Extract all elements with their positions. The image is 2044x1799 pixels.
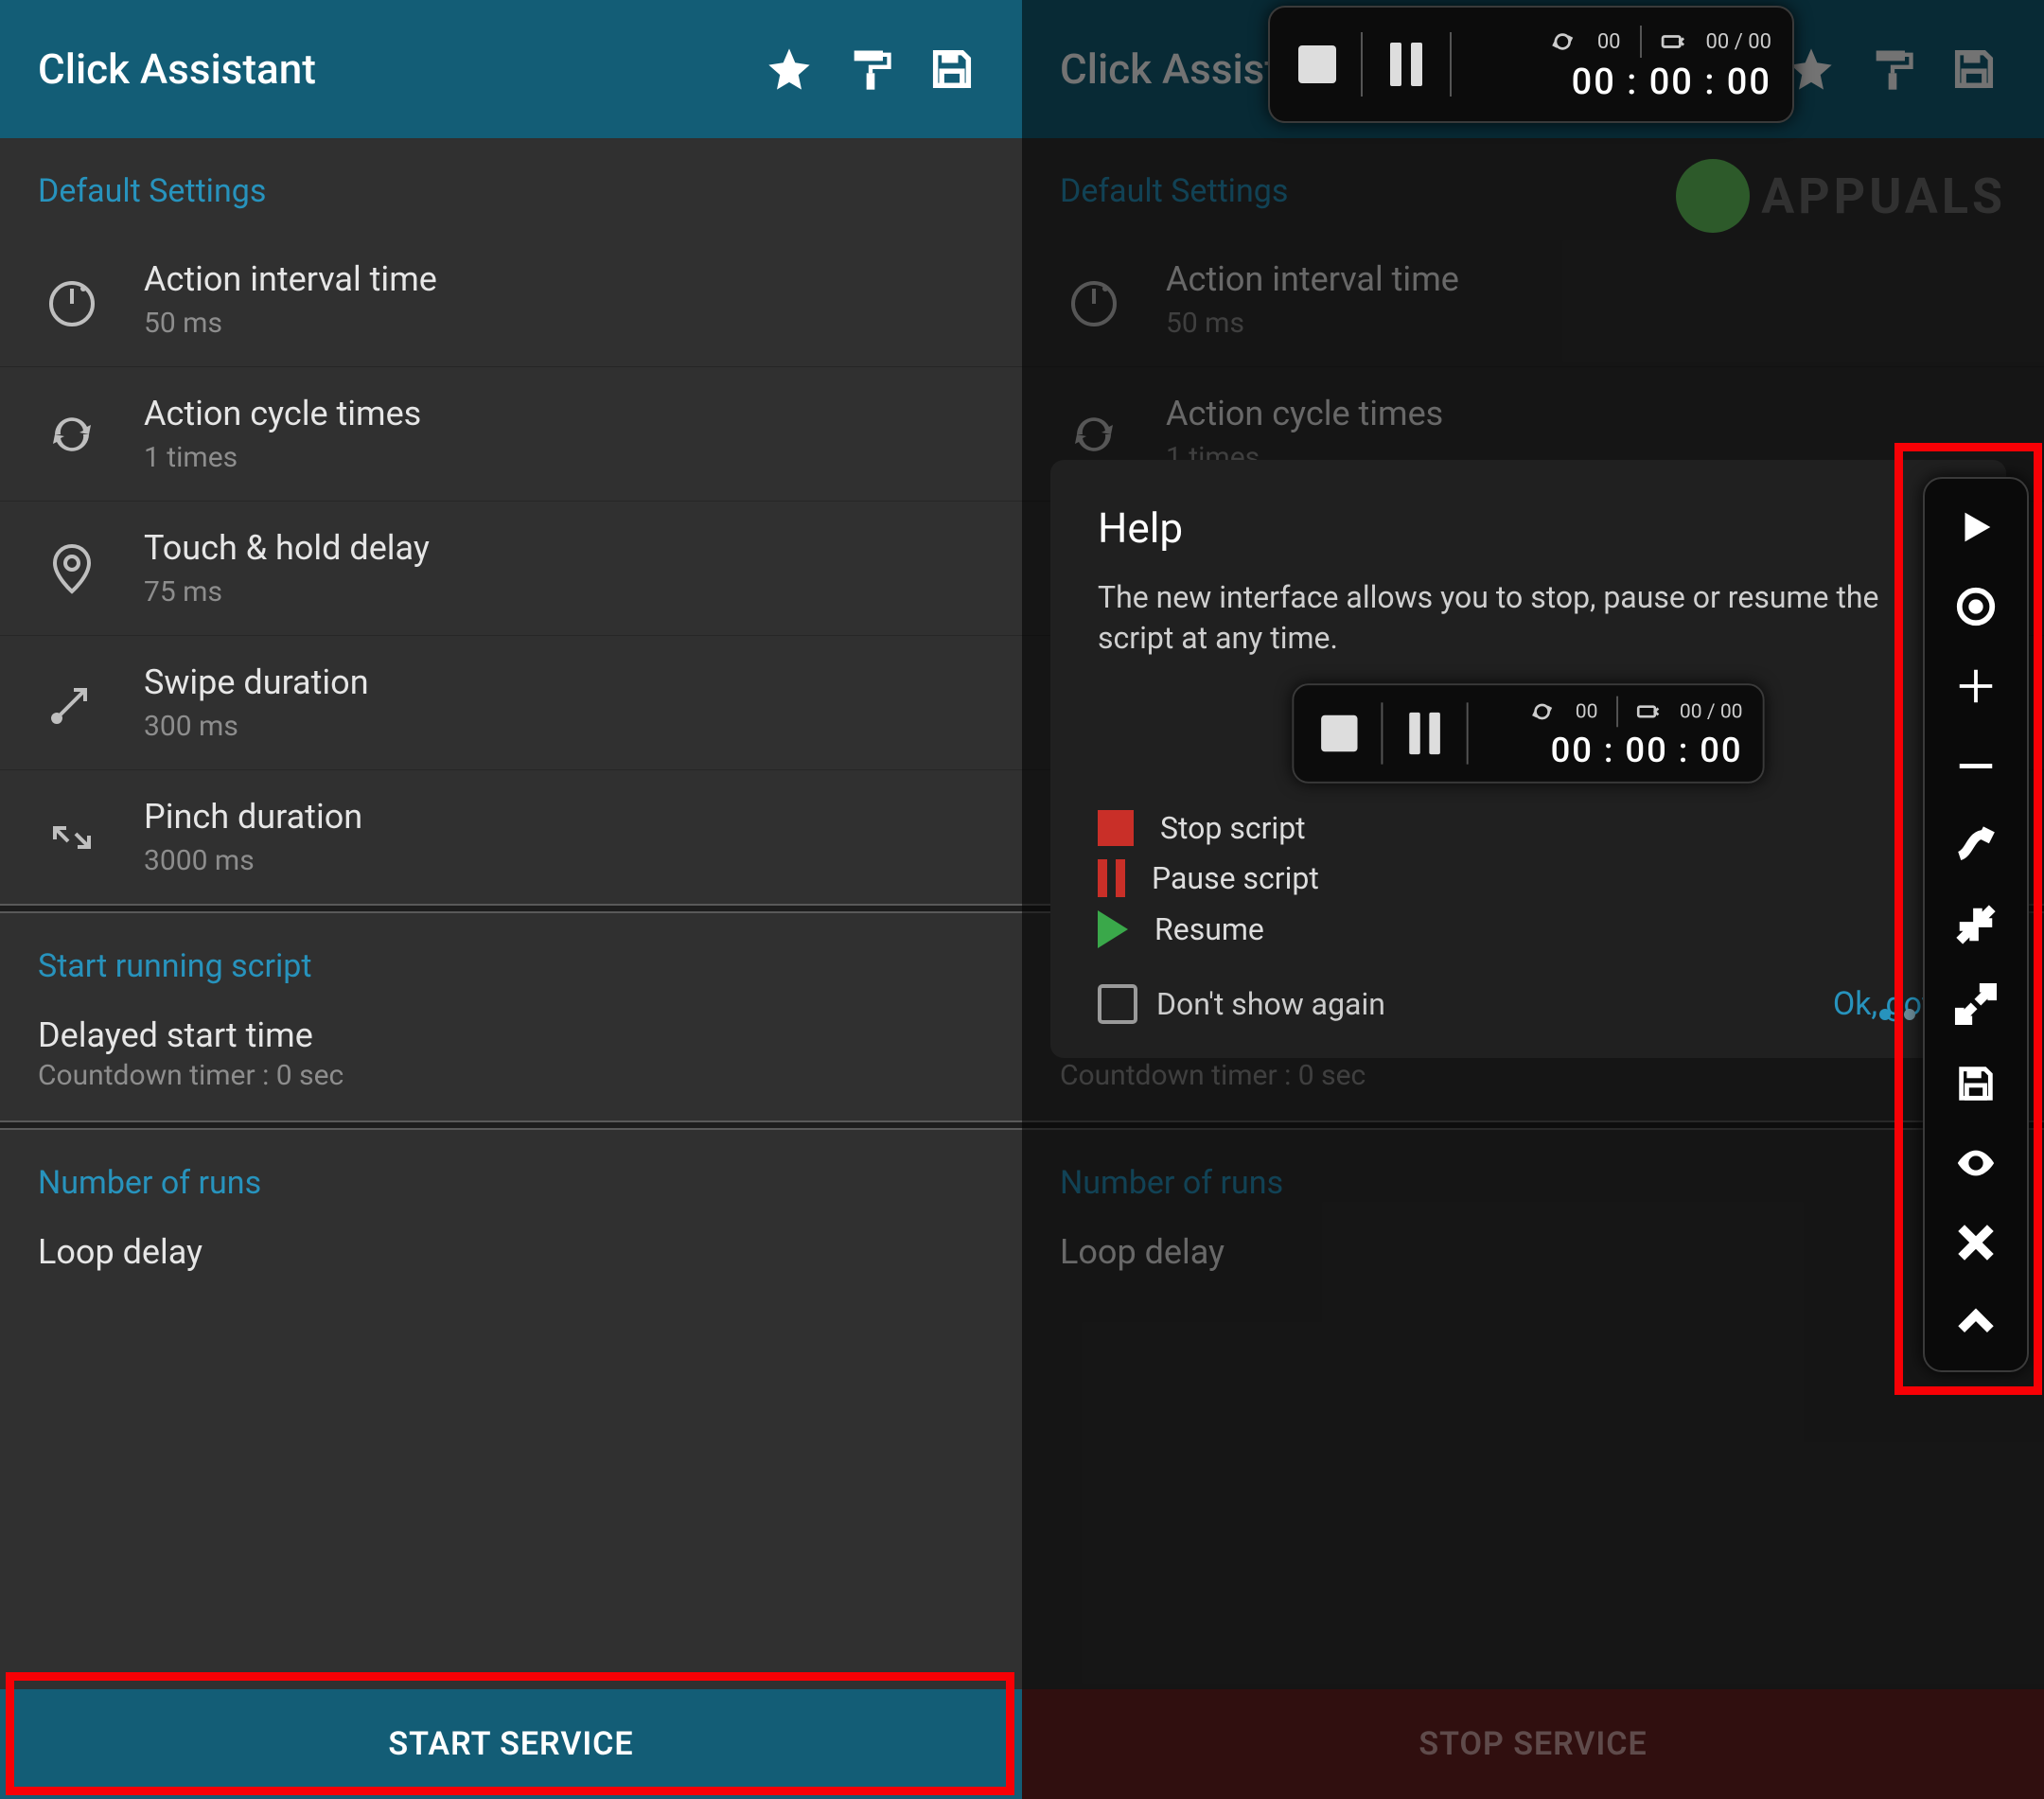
setting-interval[interactable]: Action interval time 50 ms — [1022, 233, 2044, 367]
pause-bars-icon — [1098, 859, 1125, 897]
setting-swipe[interactable]: Swipe duration 300 ms — [0, 636, 1022, 770]
play-triangle-icon — [1098, 910, 1128, 948]
setting-label: Action cycle times — [144, 394, 421, 433]
widget-illustration: 00 00 / 00 00 : 00 : 00 — [1292, 684, 1764, 785]
setting-value: 50 ms — [144, 307, 437, 340]
section-default-settings: Default Settings — [0, 138, 1022, 233]
checkbox-icon — [1098, 984, 1137, 1024]
screen-left: Click Assistant Default Settings Action … — [0, 0, 1022, 1799]
swipe-arrow-icon — [38, 669, 106, 737]
legend-resume: Resume — [1098, 910, 1959, 948]
paint-roller-icon[interactable] — [1860, 37, 1925, 101]
section-number-of-runs: Number of runs — [1022, 1130, 2044, 1225]
expand-icon[interactable] — [1948, 977, 2003, 1032]
pinch-icon — [38, 803, 106, 872]
separator — [1450, 32, 1452, 97]
setting-label: Touch & hold delay — [144, 528, 430, 568]
floating-side-toolbar[interactable] — [1923, 477, 2029, 1372]
delayed-start-sub: Countdown timer : 0 sec — [1022, 1059, 2044, 1120]
loop-icon — [38, 400, 106, 468]
loop-icon — [1060, 400, 1128, 468]
widget-loop-count: 00 — [1597, 30, 1621, 54]
divider — [1022, 1120, 2044, 1130]
setting-value: 75 ms — [144, 575, 430, 608]
setting-value: 1 times — [144, 441, 421, 474]
stopwatch-icon — [1060, 266, 1128, 334]
loop-delay-label[interactable]: Loop delay — [1022, 1225, 2044, 1276]
stop-service-button[interactable]: STOP SERVICE — [1022, 1689, 2044, 1799]
start-service-button[interactable]: START SERVICE — [0, 1689, 1022, 1799]
star-icon[interactable] — [757, 37, 821, 101]
setting-pinch[interactable]: Pinch duration 3000 ms — [0, 770, 1022, 904]
dont-show-again-checkbox[interactable]: Don't show again — [1098, 984, 1385, 1024]
record-icon[interactable] — [1948, 579, 2003, 634]
save-icon[interactable] — [920, 37, 984, 101]
stop-square-icon — [1098, 810, 1134, 846]
setting-interval[interactable]: Action interval time 50 ms — [0, 233, 1022, 367]
stop-service-label: STOP SERVICE — [1418, 1725, 1647, 1763]
separator — [1361, 32, 1363, 97]
play-icon[interactable] — [1948, 500, 2003, 555]
setting-label: Action cycle times — [1166, 394, 1443, 433]
widget-pause-button[interactable] — [1380, 38, 1433, 91]
loop-delay-label[interactable]: Loop delay — [0, 1225, 1022, 1276]
start-service-label: START SERVICE — [388, 1725, 633, 1763]
watermark: APPUALS — [1676, 159, 2006, 233]
section-number-of-runs: Number of runs — [0, 1130, 1022, 1225]
setting-value: 300 ms — [144, 710, 369, 743]
stopwatch-icon — [38, 266, 106, 334]
help-title: Help — [1098, 503, 1959, 553]
plus-icon[interactable] — [1948, 659, 2003, 714]
screen-right: Click Assistant Default Settings Action … — [1022, 0, 2044, 1799]
setting-label: Action interval time — [1166, 259, 1459, 299]
widget-progress: 00 / 00 — [1706, 30, 1771, 54]
loop-small-icon — [1552, 31, 1578, 52]
setting-label: Swipe duration — [144, 662, 369, 702]
widget-stats: 00 00 / 00 — [1552, 26, 1771, 58]
delayed-start-label[interactable]: Delayed start time — [0, 1008, 1022, 1059]
legend-resume-label: Resume — [1154, 911, 1264, 947]
setting-cycle[interactable]: Action cycle times 1 times — [0, 367, 1022, 502]
floating-control-widget[interactable]: 00 00 / 00 00 : 00 : 00 — [1268, 6, 1794, 123]
save-toolbar-icon[interactable] — [1948, 1056, 2003, 1111]
help-body: The new interface allows you to stop, pa… — [1098, 577, 1959, 659]
app-title: Click Assistant — [38, 44, 740, 94]
chevron-up-icon[interactable] — [1948, 1295, 2003, 1349]
divider — [0, 1120, 1022, 1130]
location-pin-icon — [38, 535, 106, 603]
setting-value: 50 ms — [1166, 307, 1459, 340]
app-header: Click Assistant — [0, 0, 1022, 138]
legend-pause-label: Pause script — [1152, 860, 1319, 896]
widget-stop-button[interactable] — [1291, 38, 1344, 91]
minus-icon[interactable] — [1948, 738, 2003, 793]
setting-label: Action interval time — [144, 259, 437, 299]
legend-stop: Stop script — [1098, 810, 1959, 846]
watermark-text: APPUALS — [1761, 168, 2006, 225]
help-dialog: Help The new interface allows you to sto… — [1050, 460, 2006, 1058]
legend-pause: Pause script — [1098, 859, 1959, 897]
section-start-running: Start running script — [0, 913, 1022, 1008]
widget-timer: 00 : 00 : 00 — [1572, 62, 1771, 103]
close-icon[interactable] — [1948, 1215, 2003, 1270]
setting-hold[interactable]: Touch & hold delay 75 ms — [0, 502, 1022, 636]
setting-value: 3000 ms — [144, 844, 362, 877]
progress-small-icon — [1661, 31, 1687, 52]
avatar-icon — [1676, 159, 1750, 233]
setting-label: Pinch duration — [144, 797, 362, 837]
collapse-icon[interactable] — [1948, 897, 2003, 952]
curve-swipe-icon[interactable] — [1948, 818, 2003, 873]
eye-icon[interactable] — [1948, 1136, 2003, 1191]
save-icon[interactable] — [1942, 37, 2006, 101]
paint-roller-icon[interactable] — [838, 37, 903, 101]
dont-show-label: Don't show again — [1156, 986, 1385, 1022]
divider — [0, 904, 1022, 913]
delayed-start-sub: Countdown timer : 0 sec — [0, 1059, 1022, 1120]
legend-stop-label: Stop script — [1160, 810, 1306, 846]
